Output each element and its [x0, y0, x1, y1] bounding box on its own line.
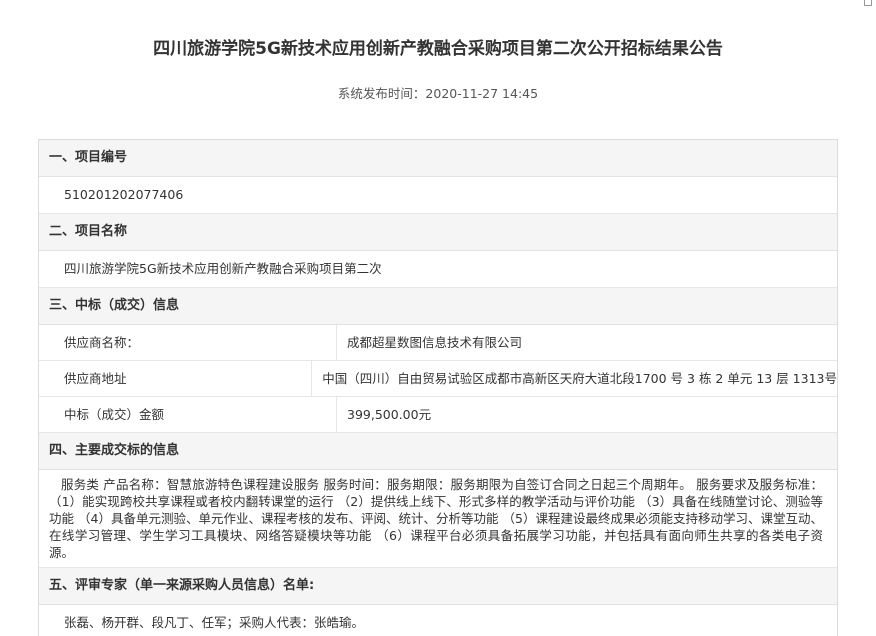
project-number-value: 510201202077406 [39, 177, 837, 214]
table-row: 供应商名称： 成都超星数图信息技术有限公司 [39, 325, 837, 361]
supplier-address-label: 供应商地址 [39, 361, 313, 396]
section-heading-review-experts: 五、评审专家（单一来源采购人员信息）名单: [39, 568, 837, 605]
section-heading-award-info: 三、中标（成交）信息 [39, 288, 837, 325]
announcement-table: 一、项目编号 510201202077406 二、项目名称 四川旅游学院5G新技… [38, 139, 838, 636]
award-amount-label: 中标（成交）金额 [39, 397, 337, 432]
table-row: 供应商地址 中国（四川）自由贸易试验区成都市高新区天府大道北段1700 号 3 … [39, 361, 837, 397]
supplier-name-value: 成都超星数图信息技术有限公司 [347, 335, 523, 350]
corner-mark-icon [864, 0, 872, 6]
publish-time: 系统发布时间：2020-11-27 14:45 [337, 86, 539, 101]
page-title: 四川旅游学院5G新技术应用创新产教融合采购项目第二次公开招标结果公告 [153, 39, 723, 59]
page: 四川旅游学院5G新技术应用创新产教融合采购项目第二次公开招标结果公告 系统发布时… [0, 0, 876, 636]
section-heading-project-number: 一、项目编号 [39, 140, 837, 177]
section-heading-main-items: 四、主要成交标的信息 [39, 433, 837, 470]
supplier-name-label: 供应商名称： [39, 325, 337, 360]
main-items-description: 服务类 产品名称：智慧旅游特色课程建设服务 服务时间：服务期限：服务期限为自签订… [39, 470, 837, 568]
section-heading-project-name: 二、项目名称 [39, 214, 837, 251]
project-name-value: 四川旅游学院5G新技术应用创新产教融合采购项目第二次 [39, 251, 837, 288]
supplier-address-value: 中国（四川）自由贸易试验区成都市高新区天府大道北段1700 号 3 栋 2 单元… [322, 371, 837, 386]
review-experts-value: 张磊、杨开群、段凡丁、任军；采购人代表：张皓瑜。 [39, 605, 837, 636]
award-amount-value: 399,500.00元 [347, 407, 432, 422]
table-row: 中标（成交）金额 399,500.00元 [39, 397, 837, 433]
